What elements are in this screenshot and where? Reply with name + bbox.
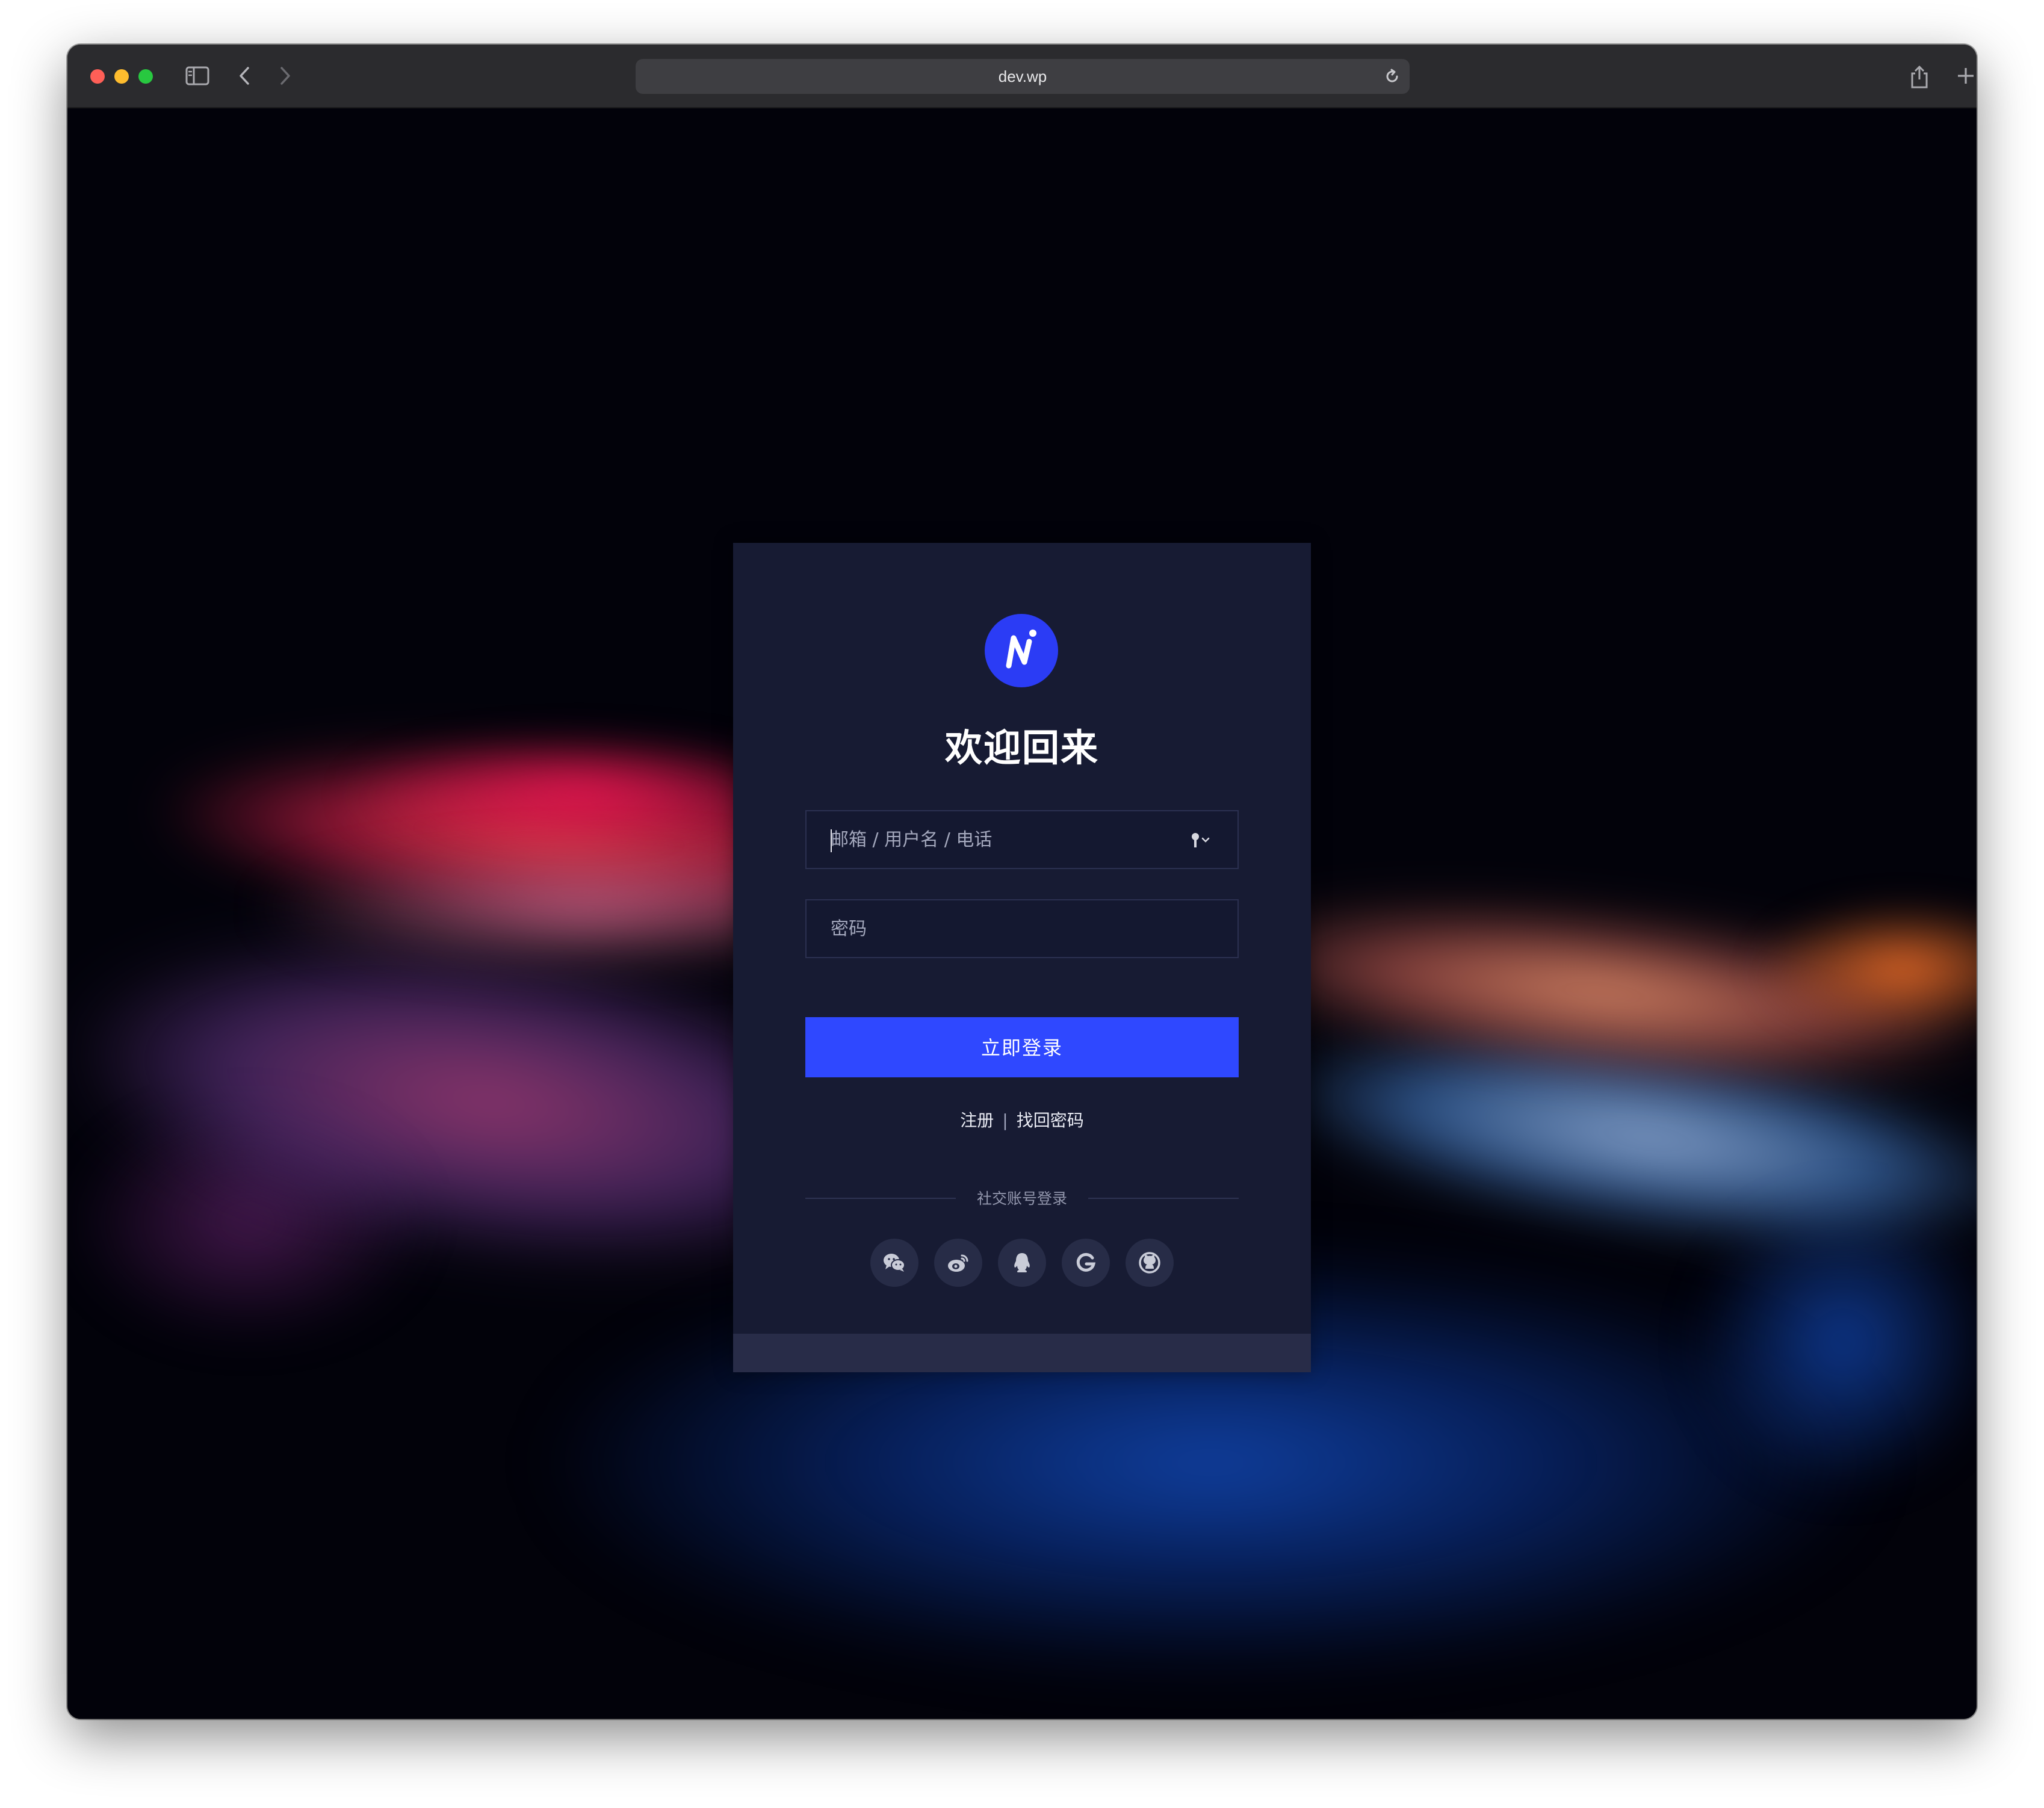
share-icon[interactable] bbox=[1909, 65, 1930, 88]
google-login-button[interactable] bbox=[1062, 1239, 1110, 1287]
link-separator: | bbox=[1002, 1110, 1008, 1130]
weibo-login-button[interactable] bbox=[934, 1239, 982, 1287]
username-field[interactable] bbox=[805, 810, 1239, 869]
github-icon bbox=[1139, 1252, 1160, 1274]
text-caret bbox=[831, 829, 832, 852]
register-link[interactable]: 注册 bbox=[960, 1110, 994, 1130]
back-icon[interactable] bbox=[237, 65, 252, 87]
browser-window: dev.wp 欢迎回来 邮箱 / 用户名 / 电话 立即登录 注册 | 找回密码… bbox=[67, 45, 1977, 1719]
new-tab-icon[interactable] bbox=[1956, 65, 1975, 87]
divider-line bbox=[1088, 1198, 1239, 1199]
sidebar-toggle-icon[interactable] bbox=[185, 65, 209, 87]
wechat-login-button[interactable] bbox=[870, 1239, 918, 1287]
site-logo bbox=[985, 614, 1058, 687]
close-window-button[interactable] bbox=[90, 69, 105, 84]
logo-letter-n-icon bbox=[1006, 630, 1036, 669]
qq-icon bbox=[1014, 1253, 1030, 1272]
forward-icon[interactable] bbox=[278, 65, 293, 87]
wechat-icon bbox=[884, 1254, 905, 1272]
social-divider: 社交账号登录 bbox=[805, 1186, 1239, 1210]
social-login-buttons bbox=[733, 1239, 1311, 1288]
forgot-password-link[interactable]: 找回密码 bbox=[1017, 1110, 1084, 1130]
password-manager-key-icon[interactable] bbox=[1191, 832, 1215, 852]
google-icon bbox=[1076, 1252, 1096, 1272]
password-input[interactable] bbox=[807, 900, 1237, 957]
minimize-window-button[interactable] bbox=[114, 69, 129, 84]
github-login-button[interactable] bbox=[1126, 1239, 1174, 1287]
weibo-icon bbox=[948, 1254, 968, 1272]
url-text: dev.wp bbox=[998, 67, 1047, 85]
address-bar[interactable]: dev.wp bbox=[636, 59, 1410, 94]
auth-links: 注册 | 找回密码 bbox=[733, 1107, 1311, 1132]
browser-toolbar: dev.wp bbox=[67, 45, 1977, 108]
zoom-window-button[interactable] bbox=[138, 69, 153, 84]
welcome-title: 欢迎回来 bbox=[944, 726, 1099, 770]
card-footer bbox=[733, 1334, 1311, 1372]
page-viewport: 欢迎回来 立即登录 注册 | 找回密码 bbox=[67, 108, 1977, 1719]
qq-login-button[interactable] bbox=[998, 1239, 1046, 1287]
username-input[interactable] bbox=[807, 811, 1237, 868]
password-field[interactable] bbox=[805, 899, 1239, 958]
login-card: 欢迎回来 立即登录 注册 | 找回密码 bbox=[733, 543, 1311, 1372]
reload-icon[interactable] bbox=[1383, 67, 1401, 88]
login-button[interactable]: 立即登录 bbox=[805, 1017, 1239, 1077]
